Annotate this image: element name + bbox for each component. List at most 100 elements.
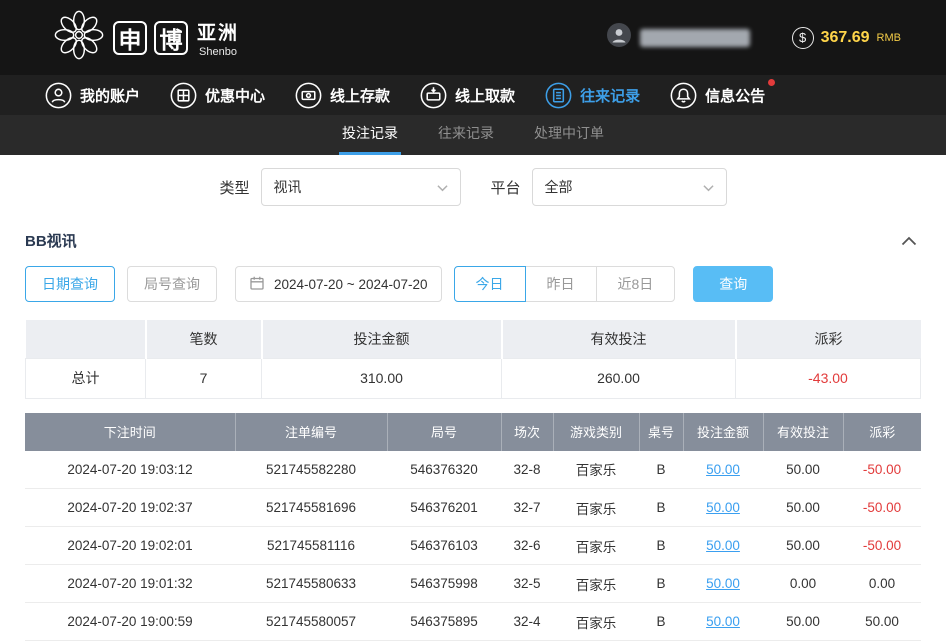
bet-time-cell: 2024-07-20 19:02:37	[25, 489, 235, 527]
col-table-number: 桌号	[639, 413, 683, 451]
betting-records-table: 下注时间 注单编号 局号 场次 游戏类别 桌号 投注金额 有效投注 派彩 202…	[25, 413, 921, 641]
nav-item-promotions[interactable]: 优惠中心	[170, 82, 265, 109]
round-number-cell: 546376320	[387, 451, 501, 489]
total-payout: -43.00	[736, 358, 921, 398]
type-select[interactable]: 视讯	[261, 168, 461, 206]
bet-amount-link[interactable]: 50.00	[706, 500, 740, 515]
user-chip[interactable]	[606, 22, 750, 53]
table-row: 2024-07-20 19:03:12 521745582280 5463763…	[25, 451, 921, 489]
table-number-cell: B	[639, 527, 683, 565]
valid-bet-cell: 50.00	[763, 451, 843, 489]
nav-item-my-account[interactable]: 我的账户	[45, 82, 140, 109]
dollar-icon: $	[792, 27, 814, 49]
bet-time-cell: 2024-07-20 19:00:59	[25, 603, 235, 641]
chevron-down-icon	[437, 179, 448, 195]
query-bar: 日期查询 局号查询 2024-07-20 ~ 2024-07-20 今日 昨日 …	[0, 253, 946, 312]
bet-amount-link[interactable]: 50.00	[706, 462, 740, 477]
bet-amount-cell: 50.00	[683, 451, 763, 489]
bet-number-cell: 521745582280	[235, 451, 387, 489]
date-query-button[interactable]: 日期查询	[25, 266, 115, 302]
summary-header-valid-bet: 有效投注	[502, 320, 736, 358]
main-nav: 我的账户 优惠中心 线上存款 线上取款 往来记录	[0, 75, 946, 115]
logo-subtitle: Shenbo	[197, 46, 239, 58]
content-area: 类型 视讯 平台 全部 BB视讯 日期查询 局号查询	[0, 155, 946, 641]
logo[interactable]: 申 博 亚洲 Shenbo	[52, 8, 239, 67]
bet-amount-cell: 50.00	[683, 489, 763, 527]
balance-amount: 367.69	[821, 29, 870, 47]
withdraw-icon	[420, 82, 447, 109]
valid-bet-cell: 50.00	[763, 603, 843, 641]
table-number-cell: B	[639, 565, 683, 603]
username-redacted	[640, 29, 750, 47]
nav-item-deposit[interactable]: 线上存款	[295, 82, 390, 109]
platform-select[interactable]: 全部	[532, 168, 727, 206]
flower-logo-icon	[52, 8, 106, 67]
col-valid-bet: 有效投注	[763, 413, 843, 451]
session-cell: 32-8	[501, 451, 553, 489]
bet-amount-link[interactable]: 50.00	[706, 614, 740, 629]
total-bet-amount: 310.00	[262, 358, 502, 398]
table-number-cell: B	[639, 603, 683, 641]
col-bet-number: 注单编号	[235, 413, 387, 451]
tab-betting-records[interactable]: 投注记录	[339, 115, 401, 155]
promo-grid-icon	[170, 82, 197, 109]
table-row: 2024-07-20 19:02:01 521745581116 5463761…	[25, 527, 921, 565]
round-number-cell: 546376103	[387, 527, 501, 565]
nav-item-announcements[interactable]: 信息公告	[670, 82, 765, 109]
table-row: 2024-07-20 19:00:59 521745580057 5463758…	[25, 603, 921, 641]
bet-amount-link[interactable]: 50.00	[706, 576, 740, 591]
table-row: 2024-07-20 19:01:32 521745580633 5463759…	[25, 565, 921, 603]
bet-time-cell: 2024-07-20 19:02:01	[25, 527, 235, 565]
nav-item-withdraw[interactable]: 线上取款	[420, 82, 515, 109]
round-number-cell: 546376201	[387, 489, 501, 527]
summary-total-row: 总计 7 310.00 260.00 -43.00	[26, 358, 921, 398]
balance-currency: RMB	[877, 32, 901, 44]
table-number-cell: B	[639, 451, 683, 489]
payout-cell: -50.00	[843, 451, 921, 489]
table-number-cell: B	[639, 489, 683, 527]
round-number-cell: 546375998	[387, 565, 501, 603]
table-row: 2024-07-20 19:02:37 521745581696 5463762…	[25, 489, 921, 527]
bell-icon	[670, 82, 697, 109]
summary-header-count: 笔数	[146, 320, 262, 358]
calendar-icon	[249, 275, 265, 294]
session-cell: 32-4	[501, 603, 553, 641]
game-type-cell: 百家乐	[553, 603, 639, 641]
payout-cell: -50.00	[843, 489, 921, 527]
yesterday-button[interactable]: 昨日	[525, 266, 597, 302]
round-query-button[interactable]: 局号查询	[127, 266, 217, 302]
filter-row: 类型 视讯 平台 全部	[0, 155, 946, 218]
bet-time-cell: 2024-07-20 19:03:12	[25, 451, 235, 489]
notification-badge	[768, 79, 775, 86]
round-number-cell: 546375895	[387, 603, 501, 641]
nav-item-records[interactable]: 往来记录	[545, 82, 640, 109]
valid-bet-cell: 0.00	[763, 565, 843, 603]
chevron-up-icon[interactable]	[897, 232, 921, 250]
records-icon	[545, 82, 572, 109]
today-button[interactable]: 今日	[454, 266, 526, 302]
date-range-input[interactable]: 2024-07-20 ~ 2024-07-20	[235, 266, 442, 302]
total-valid-bet: 260.00	[502, 358, 736, 398]
quick-date-group: 今日 昨日 近8日	[454, 266, 676, 302]
valid-bet-cell: 50.00	[763, 527, 843, 565]
game-type-cell: 百家乐	[553, 451, 639, 489]
bet-number-cell: 521745580633	[235, 565, 387, 603]
tab-transaction-records[interactable]: 往来记录	[435, 115, 497, 155]
summary-header-payout: 派彩	[736, 320, 921, 358]
deposit-icon	[295, 82, 322, 109]
bet-amount-cell: 50.00	[683, 565, 763, 603]
col-payout: 派彩	[843, 413, 921, 451]
recent-8-days-button[interactable]: 近8日	[596, 266, 676, 302]
bet-amount-link[interactable]: 50.00	[706, 538, 740, 553]
bet-amount-cell: 50.00	[683, 527, 763, 565]
bet-time-cell: 2024-07-20 19:01:32	[25, 565, 235, 603]
summary-header-bet-amount: 投注金额	[262, 320, 502, 358]
section-head: BB视讯	[0, 224, 946, 253]
search-button[interactable]: 查询	[693, 266, 773, 302]
valid-bet-cell: 50.00	[763, 489, 843, 527]
session-cell: 32-5	[501, 565, 553, 603]
payout-cell: 50.00	[843, 603, 921, 641]
col-round-number: 局号	[387, 413, 501, 451]
user-icon	[45, 82, 72, 109]
tab-processing-orders[interactable]: 处理中订单	[531, 115, 607, 155]
